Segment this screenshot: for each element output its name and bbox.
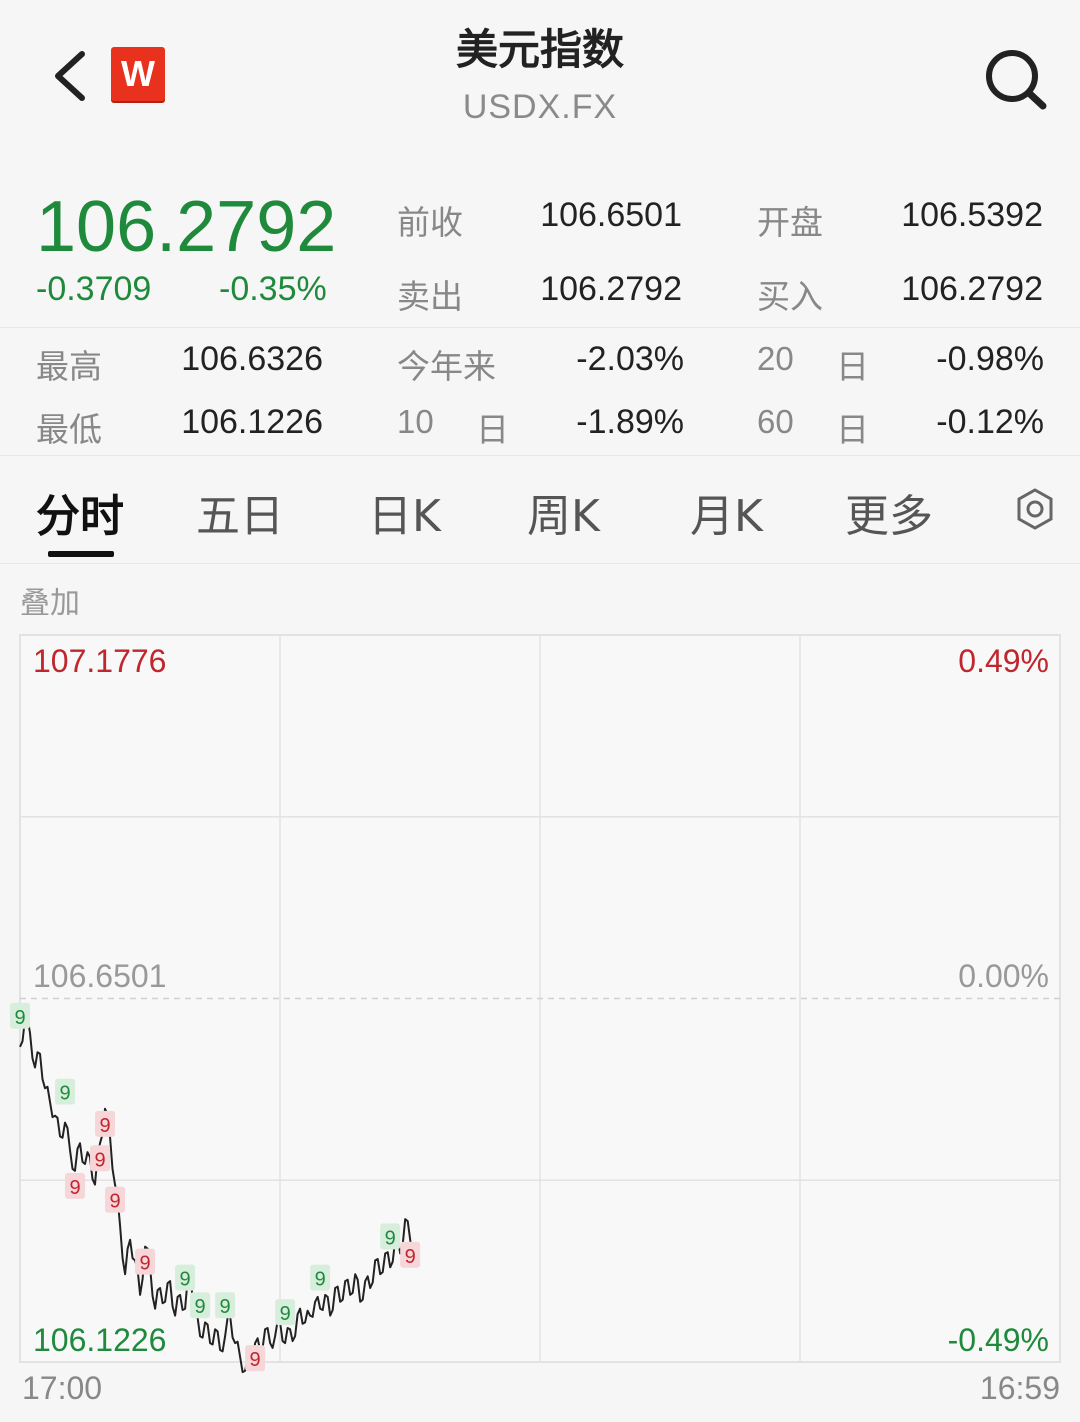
td-marker-label: 9 — [180, 1269, 191, 1291]
y-axis-bottom-price: 106.1226 — [33, 1322, 167, 1358]
y-axis-mid-price: 106.6501 — [33, 958, 167, 994]
chart-grid — [19, 634, 1061, 1363]
td-marker-up: 9 — [275, 1299, 296, 1326]
td-marker-label: 9 — [69, 1177, 80, 1199]
td-marker-up: 9 — [55, 1078, 76, 1105]
td-marker-label: 9 — [99, 1115, 110, 1137]
td-marker-label: 9 — [315, 1269, 326, 1291]
td-marker-label: 9 — [94, 1149, 105, 1171]
intraday-chart[interactable]: 999999999 999999 — [0, 0, 1080, 1422]
y-axis-top-percent: 0.49% — [958, 643, 1049, 679]
td-marker-label: 9 — [14, 1007, 25, 1029]
td-marker-label: 9 — [140, 1253, 151, 1275]
td-marker-label: 9 — [220, 1296, 231, 1318]
td-marker-label: 9 — [250, 1349, 261, 1371]
td-marker-label: 9 — [405, 1246, 416, 1268]
td-marker-down: 9 — [245, 1345, 266, 1372]
x-axis-start-time: 17:00 — [22, 1370, 103, 1406]
td-marker-label: 9 — [59, 1083, 70, 1105]
td-marker-label: 9 — [109, 1191, 120, 1213]
td-marker-down: 9 — [65, 1172, 86, 1199]
td-marker-down: 9 — [135, 1248, 156, 1275]
td-marker-label: 9 — [280, 1303, 291, 1325]
td-marker-down: 9 — [90, 1145, 111, 1172]
y-axis-bottom-percent: -0.49% — [947, 1322, 1049, 1358]
td-marker-down: 9 — [105, 1186, 126, 1213]
td-marker-label: 9 — [195, 1296, 206, 1318]
td-marker-label: 9 — [385, 1227, 396, 1249]
td-marker-up: 9 — [175, 1264, 196, 1291]
td-marker-down: 9 — [95, 1110, 116, 1137]
y-axis-mid-percent: 0.00% — [958, 958, 1049, 994]
td-marker-up: 9 — [310, 1264, 331, 1291]
y-axis-top-price: 107.1776 — [33, 643, 167, 679]
td-marker-up: 9 — [190, 1292, 211, 1319]
x-axis-end-time: 16:59 — [979, 1370, 1060, 1406]
td-marker-up: 9 — [380, 1223, 401, 1250]
td-marker-down: 9 — [400, 1241, 421, 1268]
td-marker-up: 9 — [10, 1002, 30, 1029]
td-marker-up: 9 — [215, 1292, 236, 1319]
